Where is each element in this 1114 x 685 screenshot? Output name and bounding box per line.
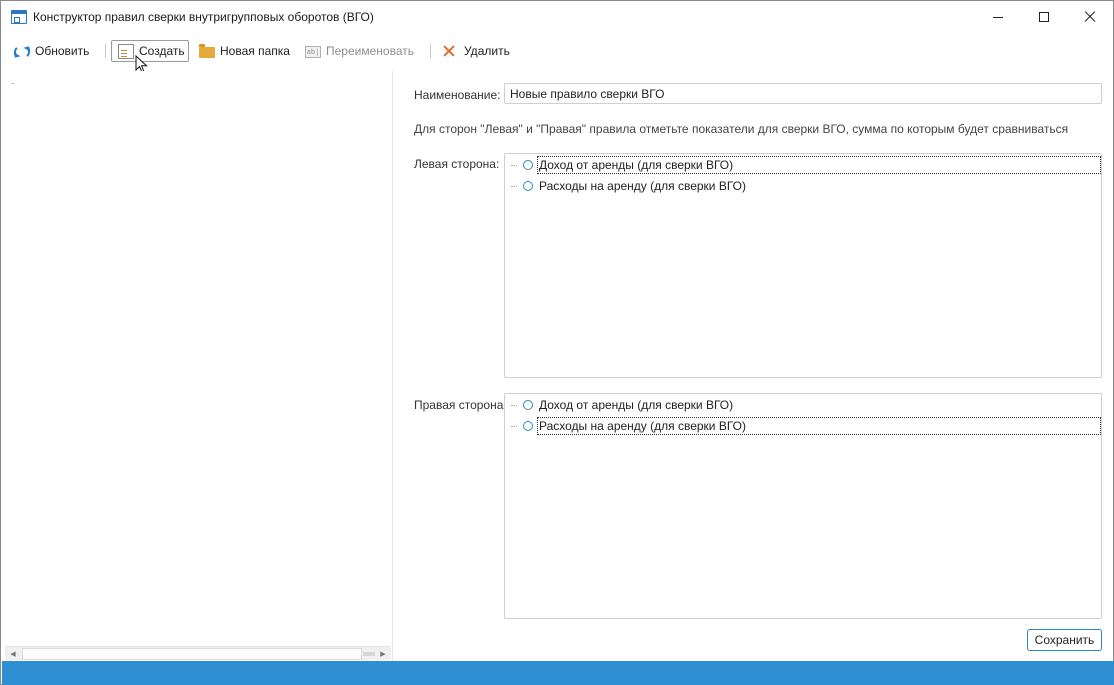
horizontal-scrollbar[interactable]: ◀ ▶ xyxy=(5,646,391,660)
toolbar-separator xyxy=(105,44,106,58)
tree-connector xyxy=(511,164,517,166)
list-item[interactable]: Расходы на аренду (для сверки ВГО) xyxy=(511,176,750,196)
app-window-icon xyxy=(11,10,27,24)
tree-connector xyxy=(511,404,517,406)
close-window-button[interactable] xyxy=(1067,1,1113,33)
rules-tree-panel[interactable] xyxy=(2,71,392,661)
create-button[interactable]: Создать xyxy=(111,40,189,62)
rename-label: Переименовать xyxy=(326,44,414,58)
indicator-label: Расходы на аренду (для сверки ВГО) xyxy=(539,179,746,193)
new-document-icon xyxy=(118,43,134,59)
left-side-indicator-list[interactable]: Доход от аренды (для сверки ВГО) Расходы… xyxy=(504,153,1102,378)
tree-connector xyxy=(511,425,517,427)
save-button[interactable]: Сохранить xyxy=(1027,629,1102,651)
left-side-label: Левая сторона: xyxy=(414,157,500,171)
name-label: Наименование: xyxy=(414,88,501,102)
list-item[interactable]: Доход от аренды (для сверки ВГО) xyxy=(511,395,737,415)
scrollbar-grip xyxy=(363,652,375,656)
status-bar xyxy=(2,661,1114,685)
indicator-label: Доход от аренды (для сверки ВГО) xyxy=(539,398,734,412)
rename-icon: ab| xyxy=(305,46,321,58)
refresh-label: Обновить xyxy=(35,44,90,58)
window-title: Конструктор правил сверки внутригрупповы… xyxy=(33,10,374,24)
tree-root-marker xyxy=(12,83,14,84)
folder-icon xyxy=(199,44,215,58)
scroll-left-arrow-icon[interactable]: ◀ xyxy=(5,648,21,660)
delete-button[interactable]: Удалить xyxy=(437,40,514,62)
indicator-label: Расходы на аренду (для сверки ВГО) xyxy=(537,417,1101,435)
right-side-indicator-list[interactable]: Доход от аренды (для сверки ВГО) Расходы… xyxy=(504,393,1102,619)
close-icon xyxy=(1084,11,1096,23)
radio-circle-icon[interactable] xyxy=(523,160,533,170)
scrollbar-thumb[interactable] xyxy=(22,648,362,660)
toolbar: Обновить Создать Новая папка ab| Переиме… xyxy=(1,37,1113,65)
title-bar: Конструктор правил сверки внутригрупповы… xyxy=(1,1,1113,33)
radio-circle-icon[interactable] xyxy=(523,421,533,431)
minimize-icon xyxy=(993,16,1003,18)
app-window: Конструктор правил сверки внутригрупповы… xyxy=(0,0,1114,685)
rename-button[interactable]: ab| Переименовать xyxy=(301,40,418,62)
refresh-button[interactable]: Обновить xyxy=(9,40,93,62)
delete-icon xyxy=(443,45,459,57)
maximize-icon xyxy=(1039,12,1049,22)
toolbar-separator xyxy=(430,44,431,58)
tree-connector xyxy=(511,185,517,187)
maximize-button[interactable] xyxy=(1021,1,1067,33)
panel-splitter[interactable] xyxy=(392,71,393,661)
new-folder-label: Новая папка xyxy=(220,44,290,58)
refresh-icon xyxy=(14,44,30,59)
scroll-right-arrow-icon[interactable]: ▶ xyxy=(375,648,391,660)
delete-label: Удалить xyxy=(464,44,510,58)
radio-circle-icon[interactable] xyxy=(523,400,533,410)
indicator-label: Доход от аренды (для сверки ВГО) xyxy=(537,156,1101,174)
instruction-text: Для сторон "Левая" и "Правая" правила от… xyxy=(414,122,1069,136)
minimize-button[interactable] xyxy=(975,1,1021,33)
new-folder-button[interactable]: Новая папка xyxy=(195,40,294,62)
rule-name-input[interactable] xyxy=(504,83,1102,104)
right-side-label: Правая сторона xyxy=(414,398,504,412)
list-item[interactable]: Расходы на аренду (для сверки ВГО) xyxy=(511,416,1101,436)
radio-circle-icon[interactable] xyxy=(523,181,533,191)
list-item[interactable]: Доход от аренды (для сверки ВГО) xyxy=(511,155,1101,175)
